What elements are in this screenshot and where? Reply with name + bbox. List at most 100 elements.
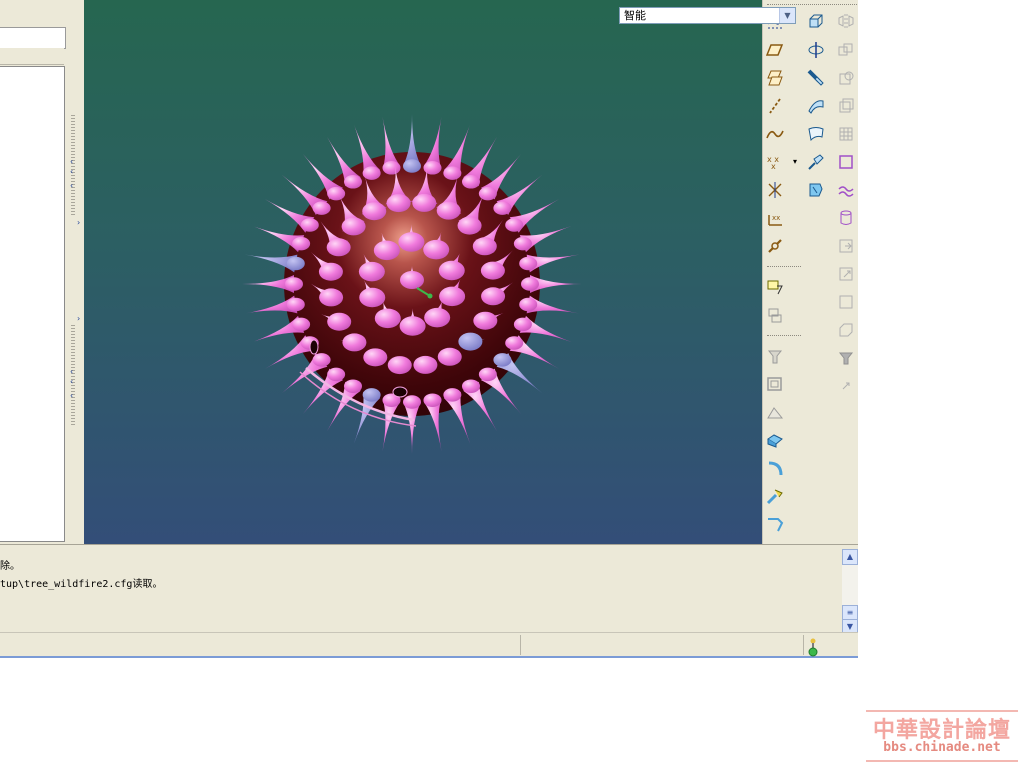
expand-right-icon[interactable]: › [77,315,80,323]
round-icon[interactable] [764,457,786,479]
merge-icon[interactable] [835,39,857,61]
spike-base [300,218,319,232]
spike-base [327,312,352,331]
spike-base [318,262,343,281]
collapse-left-icon[interactable]: ‹ [70,392,73,400]
block-icon[interactable] [835,319,857,341]
message-line: 除。 [0,561,20,572]
panel-splitter[interactable]: ‹ ‹ ‹ › › ‹ ‹ ‹ [68,0,84,544]
chamfer-icon[interactable] [764,513,786,535]
extrude-icon[interactable] [805,10,827,32]
spike-base [462,379,480,393]
datum-plane-offset-icon[interactable] [764,67,786,89]
model-tree-toolbar[interactable] [0,27,66,49]
spike-base [412,193,437,212]
spike-base [437,347,462,366]
spike-base [327,186,346,201]
forum-watermark: 中華設計論壇 bbs.chinade.net [866,710,1018,764]
spike-base [505,336,524,350]
message-scrollbar[interactable]: ▲ ≡ ▼ [842,549,858,635]
graphics-viewport[interactable] [84,0,762,544]
boundary-blend-icon[interactable] [805,123,827,145]
collapse-left-icon[interactable]: ‹ [70,168,73,176]
dropdown-arrow-icon[interactable]: ▾ [793,157,797,166]
collapse-left-icon[interactable]: ‹ [70,368,73,376]
spike-base [286,297,305,312]
variable-section-sweep-icon[interactable] [805,179,827,201]
datum-point-offset-icon[interactable] [764,179,786,201]
spike-base [424,307,451,328]
collapse-left-icon[interactable]: ‹ [70,158,73,166]
sweep-icon[interactable] [805,67,827,89]
spike-base [358,261,385,282]
spike-base [386,194,411,213]
analysis-link-icon[interactable] [764,235,786,257]
spike-base [457,216,482,235]
spike-base [403,159,421,173]
expand-right-icon[interactable]: › [77,219,80,227]
svg-text:x: x [771,162,776,171]
edge-round-icon[interactable] [835,235,857,257]
spike-base [344,379,362,393]
toolbar-separator [767,266,801,267]
spike-base [473,311,498,330]
selection-filter-dropdown[interactable]: 智能 ▼ [619,7,796,24]
cylinder-icon[interactable] [835,207,857,229]
project-icon[interactable] [835,179,857,201]
cad-application-window: ‹ ‹ ‹ › › ‹ ‹ ‹ x x x xx ▾ 除。 tup\tree_w… [0,0,858,658]
pattern-icon[interactable] [835,123,857,145]
feature-toolbar: x xx xx ▾ [762,0,858,544]
datum-plane-icon[interactable] [764,39,786,61]
revolve-icon[interactable] [805,39,827,61]
spike-base [344,175,362,189]
sheet-icon[interactable] [835,291,857,313]
model-tree-list[interactable] [0,66,65,542]
spike-base [373,240,400,261]
offset-icon[interactable] [835,95,857,117]
spike-base [423,393,442,407]
spike-base [341,217,366,236]
spike-base [443,166,462,180]
copy-icon[interactable] [835,151,857,173]
spike-base [286,256,305,271]
spike-base [423,161,442,175]
spike-base [319,288,344,307]
scroll-up-icon[interactable]: ▲ [842,549,858,565]
shell-icon[interactable] [764,373,786,395]
spike-base [478,367,497,382]
spike-base [363,348,388,367]
selection-filter-value: 智能 [624,9,646,22]
spike-base [327,367,346,382]
spike-base [438,260,465,281]
collapse-left-icon[interactable]: ‹ [70,378,73,386]
spike-base [374,308,401,329]
datum-axis-icon[interactable] [764,95,786,117]
spike-base [472,237,497,256]
datum-csys-icon[interactable]: xx [764,207,786,229]
annotation-icon[interactable] [764,304,786,326]
model-tree-panel [0,0,68,544]
style-icon[interactable] [805,151,827,173]
mirror-icon[interactable] [835,10,857,32]
spike-base [326,238,351,257]
select-filter-icon[interactable] [764,276,786,298]
hammer-icon[interactable] [764,485,786,507]
spiked-sphere-model[interactable] [84,0,762,544]
blend-icon[interactable] [805,95,827,117]
solidify-icon[interactable] [835,347,857,369]
rib-icon[interactable] [764,429,786,451]
datum-curve-icon[interactable] [764,123,786,145]
hole-icon[interactable] [764,345,786,367]
collapse-left-icon[interactable]: ‹ [70,182,73,190]
spike-base [513,317,532,332]
status-cell [520,635,611,655]
swept-blend-icon[interactable] [835,263,857,285]
trim-icon[interactable] [835,67,857,89]
status-bar [0,632,858,658]
draft-icon[interactable] [764,401,786,423]
small-arrow-icon[interactable] [835,375,857,397]
spike-base [413,355,438,374]
chevron-down-icon[interactable]: ▼ [779,8,795,23]
datum-point-icon[interactable]: x xx [764,151,786,173]
spike-base [312,353,331,367]
